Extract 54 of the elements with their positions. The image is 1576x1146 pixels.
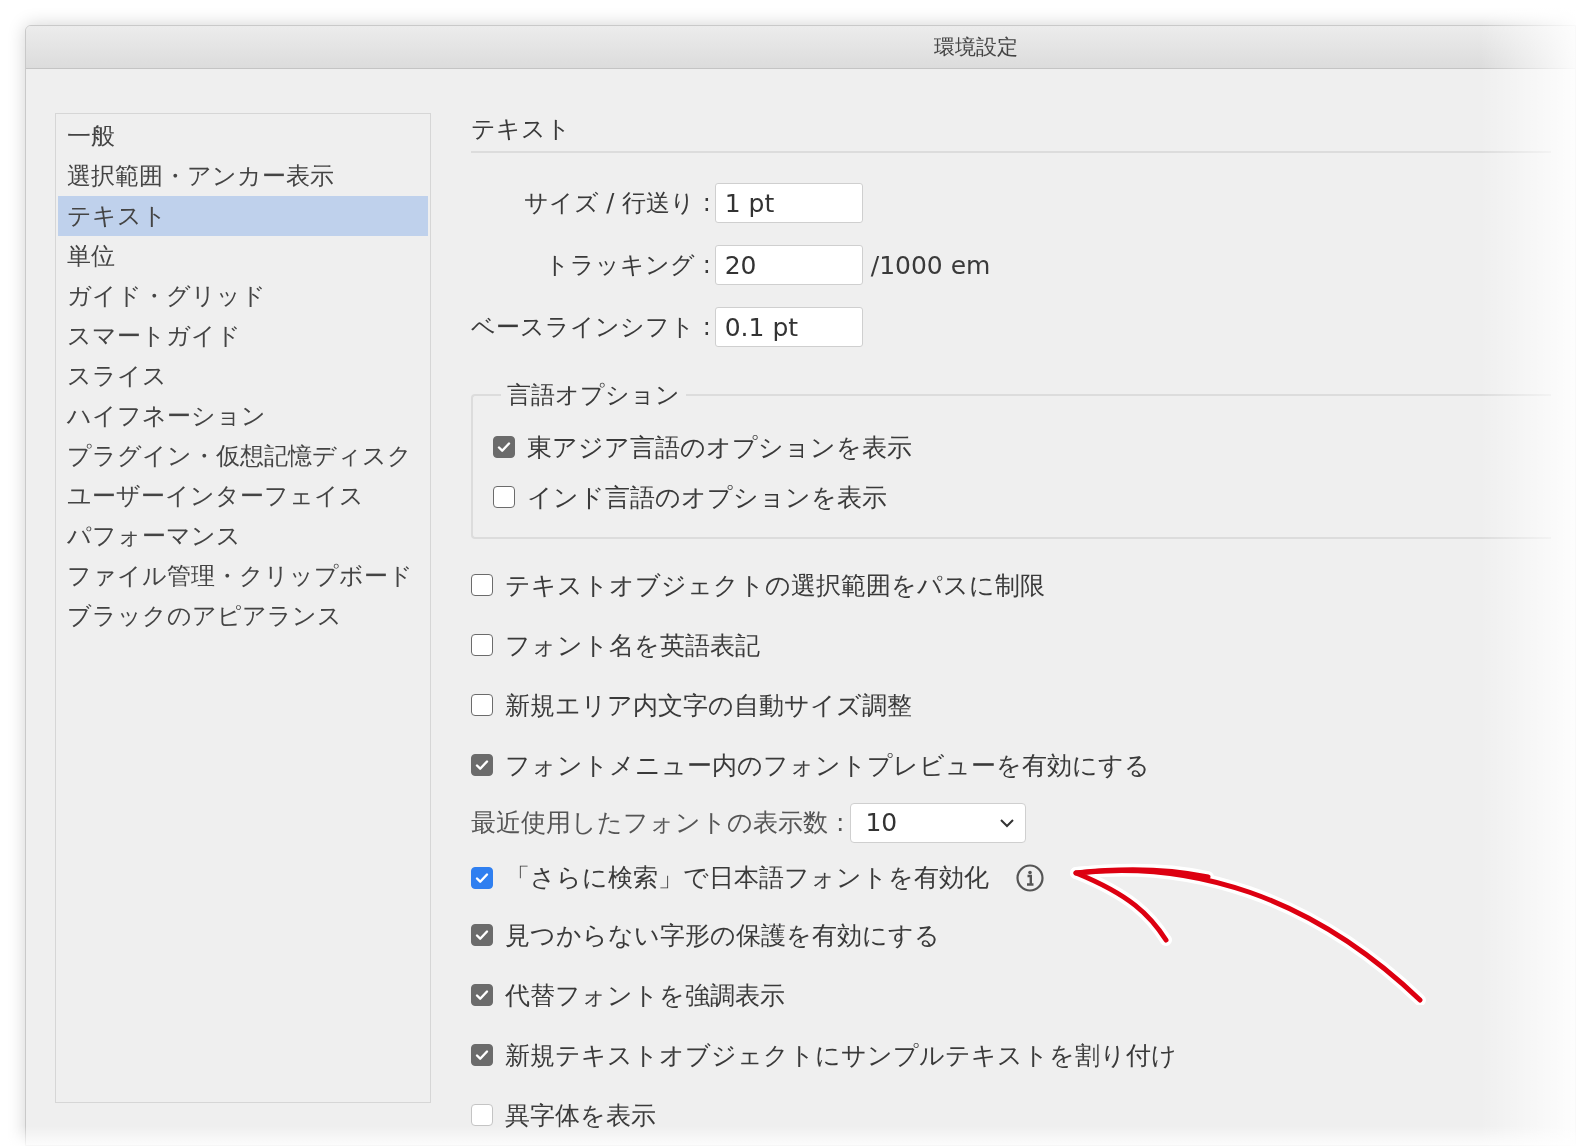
checkbox[interactable]: [471, 924, 493, 946]
chevron-down-icon: [999, 817, 1016, 828]
checkbox-label: フォント名を英語表記: [505, 629, 760, 662]
checkbox-label: 代替フォントを強調表示: [505, 979, 785, 1012]
sidebar-item[interactable]: ユーザーインターフェイス: [58, 476, 428, 516]
field-label: ベースラインシフト :: [471, 312, 711, 343]
check-icon: [474, 987, 490, 1003]
sidebar-item[interactable]: 一般: [58, 116, 428, 156]
input-field[interactable]: 20: [714, 245, 863, 285]
sidebar-item[interactable]: ガイド・グリッド: [58, 276, 428, 316]
sidebar-item[interactable]: パフォーマンス: [58, 516, 428, 556]
unit-label: /1000 em: [870, 250, 991, 280]
check-icon: [474, 1047, 490, 1063]
section-title: テキスト: [471, 113, 1551, 153]
sidebar-item[interactable]: プラグイン・仮想記憶ディスク: [58, 436, 428, 476]
field-label: サイズ / 行送り :: [522, 188, 711, 219]
group-title: 言語オプション: [506, 380, 681, 411]
checkbox-label: 「さらに検索」で日本語フォントを有効化: [505, 862, 989, 894]
checkbox[interactable]: [471, 984, 493, 1006]
sidebar-item[interactable]: ハイフネーション: [58, 396, 428, 436]
dropdown-label: 最近使用したフォントの表示数 :: [471, 807, 845, 839]
checkbox-label: テキストオブジェクトの選択範囲をパスに制限: [505, 569, 1045, 602]
checkbox[interactable]: [471, 1104, 493, 1126]
checkbox[interactable]: [471, 694, 493, 716]
sidebar-item[interactable]: ブラックのアピアランス: [58, 596, 428, 636]
checkbox[interactable]: [471, 634, 493, 656]
checkbox[interactable]: [493, 436, 515, 458]
checkbox-label: インド言語のオプションを表示: [527, 481, 887, 514]
sidebar-item[interactable]: 単位: [58, 236, 428, 276]
checkbox-label: 新規エリア内文字の自動サイズ調整: [505, 689, 912, 722]
sidebar-item[interactable]: テキスト: [58, 196, 428, 236]
input-field[interactable]: 1 pt: [714, 183, 863, 223]
dropdown[interactable]: 10: [850, 802, 1027, 843]
checkbox-label: 新規テキストオブジェクトにサンプルテキストを割り付け: [505, 1039, 1177, 1072]
info-icon[interactable]: [1015, 862, 1045, 893]
checkbox-label: 見つからない字形の保護を有効にする: [505, 919, 940, 952]
sidebar-item[interactable]: スライス: [58, 356, 428, 396]
field-label: トラッキング :: [544, 250, 711, 281]
checkbox-label: フォントメニュー内のフォントプレビューを有効にする: [505, 749, 1150, 782]
checkbox[interactable]: [471, 866, 493, 889]
checkbox-label: 異字体を表示: [505, 1099, 656, 1132]
check-icon: [496, 439, 512, 455]
checkbox-label: 東アジア言語のオプションを表示: [527, 431, 912, 464]
check-icon: [474, 757, 490, 773]
checkbox[interactable]: [471, 1044, 493, 1066]
window-title: 環境設定: [934, 34, 1018, 61]
sidebar-item[interactable]: 選択範囲・アンカー表示: [58, 156, 428, 196]
sidebar-item[interactable]: スマートガイド: [58, 316, 428, 356]
input-field[interactable]: 0.1 pt: [714, 307, 863, 347]
checkbox[interactable]: [493, 486, 515, 508]
sidebar-item[interactable]: ファイル管理・クリップボード: [58, 556, 428, 596]
checkbox[interactable]: [471, 574, 493, 596]
checkbox[interactable]: [471, 754, 493, 776]
check-icon: [474, 927, 490, 943]
